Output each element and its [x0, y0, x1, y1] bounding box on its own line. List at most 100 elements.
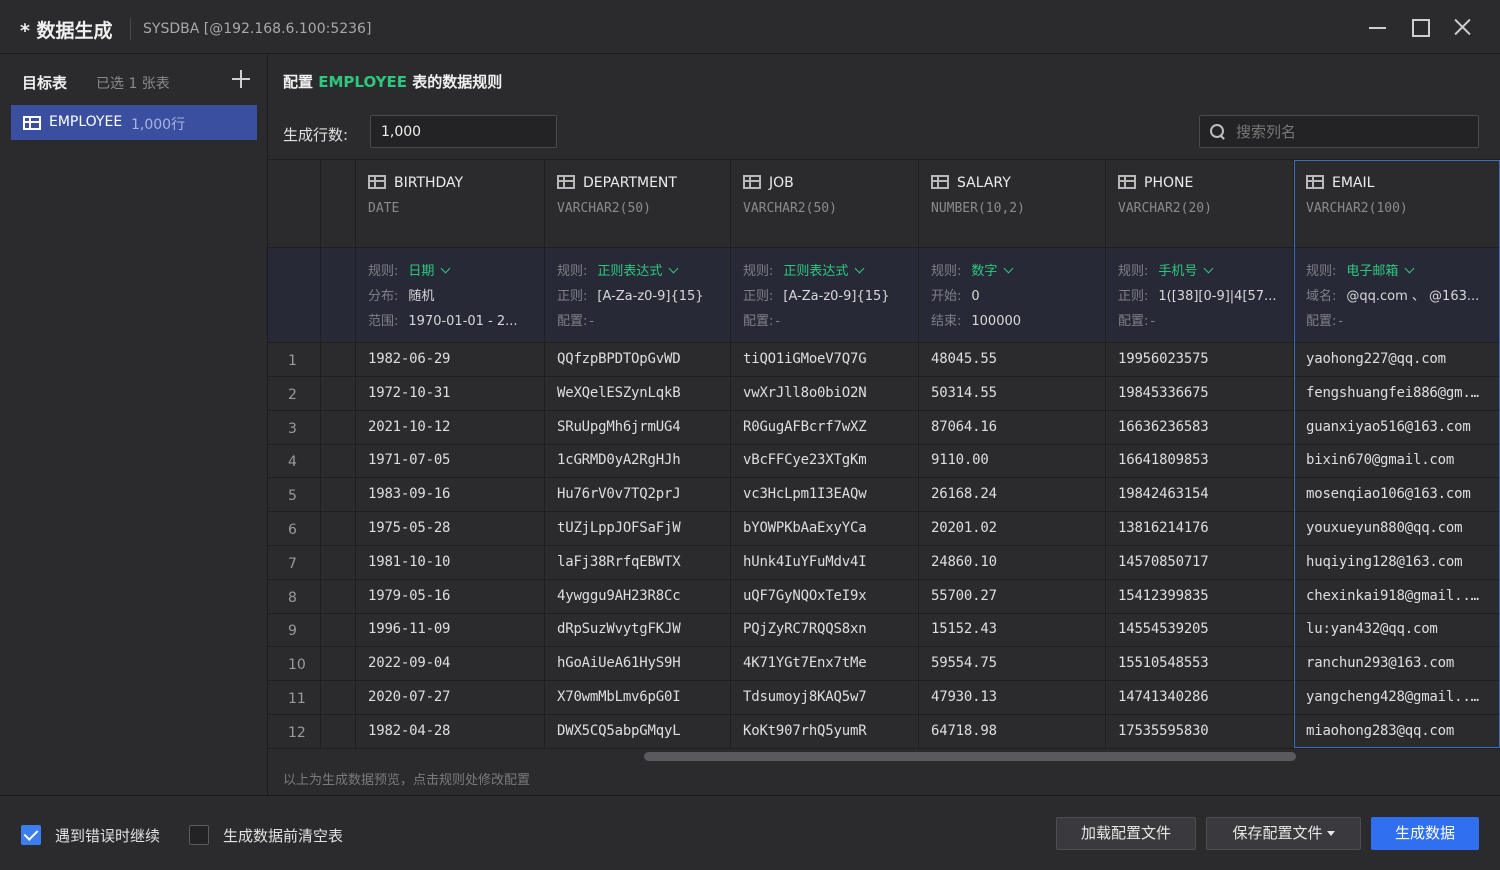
- data-cell: 59554.75: [919, 647, 1106, 682]
- rule-key: 规则:: [557, 264, 588, 279]
- column-header-phone[interactable]: PHONE VARCHAR2(20): [1106, 160, 1294, 247]
- maximize-icon[interactable]: [1407, 14, 1433, 40]
- cell-value: 14570850717: [1118, 553, 1209, 570]
- rule-param: 正则: [A-Za-z0-9]{15}: [557, 285, 731, 304]
- data-cell: 4K71YGt7Enx7tMe: [731, 647, 919, 682]
- data-cell: Tdsumoyj8KAQ5w7: [731, 681, 919, 715]
- table-row: 3 2021-10-12 SRuUpgMh6jrmUG4 R0GugAFBcrf7wX…: [268, 410, 1500, 445]
- search-input[interactable]: [1236, 116, 1466, 147]
- rownum-cell: 12: [268, 714, 321, 749]
- data-cell: vwXrJll8o0biO2N: [731, 376, 919, 411]
- table-row: 10 2022-09-04 hGoAiUeA61HyS9H 4K71YGt7Enx7t…: [268, 647, 1500, 682]
- search-icon: [1210, 124, 1225, 139]
- rule-selector[interactable]: 规则: 数字: [931, 260, 1105, 279]
- generate-data-button[interactable]: 生成数据: [1371, 817, 1479, 850]
- cell-value: 4ywggu9AH23R8Cc: [557, 587, 681, 604]
- data-cell: 55700.27: [919, 579, 1106, 614]
- config-title-suffix: 表的数据规则: [412, 73, 503, 91]
- cell-value: 13816214176: [1118, 520, 1209, 536]
- column-header-birthday[interactable]: BIRTHDAY DATE: [356, 160, 545, 247]
- rule-cell-job[interactable]: 规则: 正则表达式 正则: [A-Za-z0-9]{15} 配置: -: [731, 248, 919, 342]
- rule-key: 域名:: [1306, 289, 1337, 304]
- close-icon[interactable]: [1449, 14, 1475, 40]
- load-config-button[interactable]: 加载配置文件: [1056, 817, 1196, 850]
- rule-cell-department[interactable]: 规则: 正则表达式 正则: [A-Za-z0-9]{15} 配置: -: [545, 248, 731, 342]
- row-number: 11: [288, 691, 306, 707]
- rule-value: 正则表达式: [783, 264, 849, 279]
- target-table-panel: 目标表 已选 1 张表 EMPLOYEE 1,000行: [0, 55, 268, 795]
- column-header-department[interactable]: DEPARTMENT VARCHAR2(50): [545, 160, 731, 247]
- data-cell: huqiying128@163.com: [1294, 545, 1500, 580]
- continue-on-error-checkbox[interactable]: [21, 825, 41, 845]
- rule-selector[interactable]: 规则: 正则表达式: [557, 260, 731, 279]
- cell-value: 59554.75: [931, 655, 997, 672]
- cell-value: DWX5CQ5abpGMqyL: [557, 722, 681, 739]
- column-type: DATE: [368, 201, 400, 216]
- truncate-before-label[interactable]: 生成数据前清空表: [223, 825, 343, 846]
- rule-value: 0: [971, 289, 980, 304]
- rownum-cell: 6: [268, 512, 321, 546]
- rule-key: 分布:: [368, 289, 399, 304]
- rule-key: 结束:: [931, 314, 962, 329]
- data-cell: X70wmMbLmv6pG0I: [545, 681, 731, 715]
- data-cell: youxueyun880@qq.com: [1294, 512, 1500, 546]
- minimize-icon[interactable]: [1365, 14, 1391, 40]
- data-cell: ranchun293@163.com: [1294, 647, 1500, 682]
- rule-selector[interactable]: 规则: 电子邮箱: [1306, 260, 1480, 279]
- row-number: 3: [288, 420, 297, 437]
- save-config-button[interactable]: 保存配置文件: [1206, 817, 1361, 850]
- generate-data-label: 生成数据: [1394, 824, 1455, 842]
- rule-cell-birthday[interactable]: 规则: 日期 分布: 随机 范围: 1970-01-01 - 2...: [356, 248, 545, 342]
- cell-value: KoKt907rhQ5yumR: [743, 722, 867, 739]
- cell-value: bYOWPKbAaExyYCa: [743, 520, 867, 536]
- rownum-cell: 1: [268, 343, 321, 377]
- table-item-name: EMPLOYEE: [49, 114, 123, 130]
- rule-cell-salary[interactable]: 规则: 数字 开始: 0 结束: 100000: [919, 248, 1106, 342]
- rows-input[interactable]: [370, 115, 557, 148]
- data-cell: 87064.16: [919, 410, 1106, 445]
- column-icon: [1306, 175, 1324, 189]
- column-header-job[interactable]: JOB VARCHAR2(50): [731, 160, 919, 247]
- data-cell: 15412399835: [1106, 579, 1294, 614]
- cell-value: 64718.98: [931, 722, 997, 739]
- cell-value: 48045.55: [931, 351, 997, 367]
- rule-selector[interactable]: 规则: 日期: [368, 260, 542, 279]
- cell-value: 87064.16: [931, 418, 997, 435]
- data-cell: PQjZyRC7RQQS8xn: [731, 613, 919, 648]
- data-cell: 16636236583: [1106, 410, 1294, 445]
- data-cell: 47930.13: [919, 681, 1106, 715]
- rownum-cell: 7: [268, 545, 321, 580]
- column-header-email[interactable]: EMAIL VARCHAR2(100): [1294, 160, 1500, 247]
- continue-on-error-label[interactable]: 遇到错误时继续: [55, 825, 160, 846]
- cell-value: R0GugAFBcrf7wXZ: [743, 418, 867, 435]
- horizontal-scrollbar[interactable]: [644, 752, 1296, 761]
- rule-key: 规则:: [1306, 264, 1337, 279]
- rule-selector[interactable]: 规则: 正则表达式: [743, 260, 917, 279]
- rule-selector[interactable]: 规则: 手机号: [1118, 260, 1292, 279]
- table-row: 6 1975-05-28 tUZjLppJOFSaFjW bYOWPKbAaExyYC…: [268, 512, 1500, 546]
- cell-value: 17535595830: [1118, 722, 1209, 739]
- add-table-icon[interactable]: [230, 68, 252, 90]
- table-row: 4 1971-07-05 1cGRMD0yA2RgHJh vBcFFCye23XTgK…: [268, 444, 1500, 479]
- rownum-cell: 10: [268, 647, 321, 682]
- column-type: VARCHAR2(50): [743, 201, 837, 216]
- cell-value: mosenqiao106@163.com: [1306, 486, 1471, 503]
- title-divider: [130, 18, 131, 40]
- gutter-cell: [321, 714, 356, 749]
- data-cell: dRpSuzWvytgFKJW: [545, 613, 731, 648]
- data-cell: 1996-11-09: [356, 613, 545, 648]
- data-cell: 1982-06-29: [356, 343, 545, 377]
- cell-value: 1975-05-28: [368, 520, 451, 536]
- column-header-salary[interactable]: SALARY NUMBER(10,2): [919, 160, 1106, 247]
- column-icon: [1118, 175, 1136, 189]
- data-cell: 13816214176: [1106, 512, 1294, 546]
- truncate-before-checkbox[interactable]: [189, 825, 209, 845]
- rownum-rule-cell: [268, 248, 321, 342]
- rule-param: 配置: -: [557, 310, 731, 329]
- column-search[interactable]: [1199, 115, 1479, 148]
- cell-value: vwXrJll8o0biO2N: [743, 384, 867, 401]
- rule-cell-email[interactable]: 规则: 电子邮箱 域名: @qq.com 、 @163... 配置: -: [1294, 248, 1500, 342]
- rule-cell-phone[interactable]: 规则: 手机号 正则: 1([38][0-9]|4[57... 配置: -: [1106, 248, 1294, 342]
- table-item-employee[interactable]: EMPLOYEE 1,000行: [11, 105, 257, 140]
- data-cell: 16641809853: [1106, 444, 1294, 479]
